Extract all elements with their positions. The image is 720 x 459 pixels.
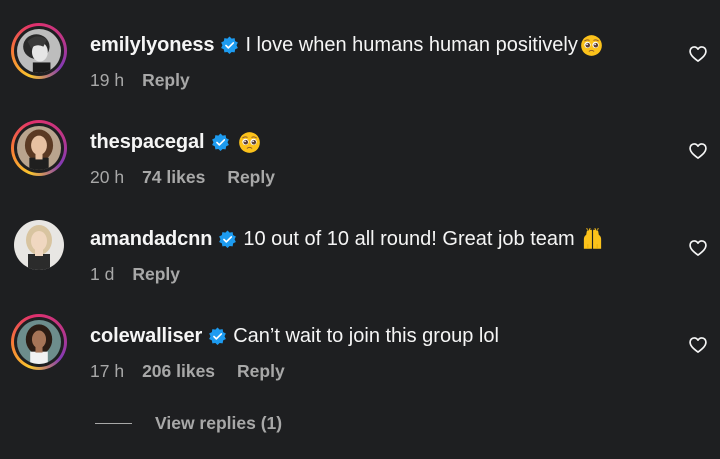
comment-username[interactable]: amandadcnn (90, 228, 212, 251)
avatar[interactable] (11, 120, 67, 176)
likes-count[interactable]: 74 likes (142, 167, 205, 188)
avatar[interactable] (11, 217, 67, 273)
reply-button[interactable]: Reply (227, 167, 275, 188)
avatar-photo (17, 29, 61, 73)
verified-badge-icon (220, 35, 239, 55)
comment-meta: 20 h 74 likes Reply (90, 167, 275, 188)
comment-meta: 1 d Reply (90, 264, 180, 285)
heart-outline-icon[interactable] (688, 238, 708, 258)
heart-outline-icon[interactable] (688, 335, 708, 355)
avatar-photo (14, 220, 64, 270)
comment-timestamp: 20 h (90, 167, 125, 187)
comment-item: thespacegal 20 h 74 likes Reply (0, 117, 720, 207)
reply-thread-divider (95, 422, 132, 424)
heart-outline-icon[interactable] (688, 44, 708, 64)
comment-username[interactable]: emilylyoness (90, 34, 215, 57)
verified-badge-icon (208, 326, 227, 346)
comment-line: amandadcnn 10 out of 10 all round! Great… (90, 226, 604, 252)
reply-button[interactable]: Reply (237, 361, 285, 382)
comment-line: emilylyoness I love when humans human po… (90, 32, 603, 58)
avatar-image (17, 320, 61, 364)
comment-item: amandadcnn 10 out of 10 all round! Great… (0, 214, 720, 304)
avatar-image (14, 220, 64, 270)
comment-item: colewalliser Can’t wait to join this gro… (0, 311, 720, 401)
comment-meta: 19 h Reply (90, 70, 190, 91)
verified-badge-icon (211, 132, 230, 152)
reply-button[interactable]: Reply (142, 70, 190, 91)
comment-username[interactable]: thespacegal (90, 131, 205, 154)
comment-text: I love when humans human positively (245, 33, 578, 56)
raising-hands-emoji (581, 227, 604, 251)
heart-outline-icon[interactable] (688, 141, 708, 161)
comment-timestamp: 1 d (90, 264, 115, 284)
avatar[interactable] (11, 314, 67, 370)
avatar-image (17, 126, 61, 170)
comment-timestamp: 17 h (90, 361, 125, 381)
verified-badge-icon (218, 229, 237, 249)
view-replies-label: View replies (1) (155, 412, 283, 433)
comment-text: 10 out of 10 all round! Great job team (243, 227, 575, 250)
avatar-photo (17, 320, 61, 364)
avatar[interactable] (11, 23, 67, 79)
comment-timestamp: 19 h (90, 70, 125, 90)
pleading-face-emoji (238, 131, 261, 154)
comment-line: colewalliser Can’t wait to join this gro… (90, 323, 499, 349)
likes-count[interactable]: 206 likes (142, 361, 215, 382)
comment-username[interactable]: colewalliser (90, 325, 202, 348)
comment-item: emilylyoness I love when humans human po… (0, 20, 720, 110)
comment-line: thespacegal (90, 129, 261, 155)
comment-text: Can’t wait to join this group lol (233, 324, 499, 347)
reply-button[interactable]: Reply (132, 264, 180, 285)
comment-meta: 17 h 206 likes Reply (90, 361, 285, 382)
comment-list: emilylyoness I love when humans human po… (0, 0, 720, 459)
view-replies-button[interactable]: View replies (1) (95, 410, 282, 436)
avatar-photo (17, 126, 61, 170)
pleading-face-emoji (580, 34, 603, 57)
avatar-image (17, 29, 61, 73)
